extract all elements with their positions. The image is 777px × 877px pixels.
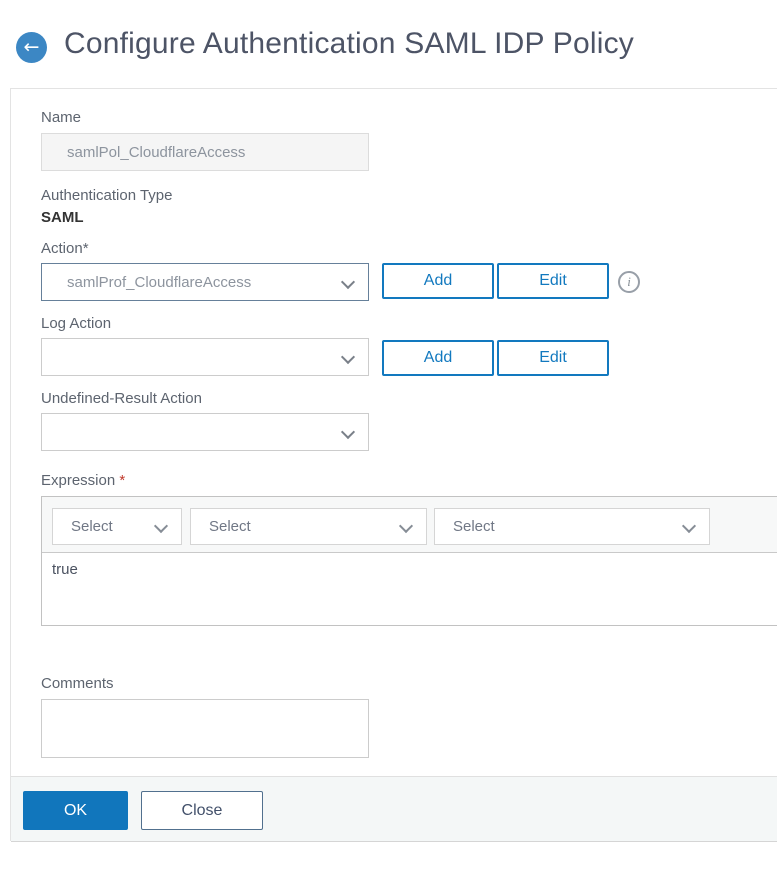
log-action-edit-button[interactable]: Edit — [497, 340, 609, 376]
name-label: Name — [41, 109, 82, 126]
action-select[interactable]: samlProf_CloudflareAccess — [41, 263, 369, 301]
chevron-down-icon — [681, 518, 697, 534]
expression-editor: Select Select Select true — [41, 496, 777, 626]
form-panel: Name samlPol_CloudflareAccess Authentica… — [10, 88, 777, 842]
configure-saml-idp-policy-page: ← Configure Authentication SAML IDP Poli… — [0, 0, 777, 877]
action-edit-button[interactable]: Edit — [497, 263, 609, 299]
close-button[interactable]: Close — [141, 791, 263, 830]
log-action-add-button[interactable]: Add — [382, 340, 494, 376]
chevron-down-icon — [153, 518, 169, 534]
comments-label: Comments — [41, 675, 114, 692]
back-button[interactable]: ← — [16, 32, 47, 63]
expression-select-2[interactable]: Select — [190, 508, 427, 545]
log-action-select[interactable] — [41, 338, 369, 376]
name-field-value: samlPol_CloudflareAccess — [67, 143, 246, 161]
back-arrow-icon: ← — [23, 36, 40, 58]
expression-editor-toolbar: Select Select Select — [42, 497, 777, 553]
footer-bar: OK Close — [11, 776, 777, 842]
undefined-result-action-label: Undefined-Result Action — [41, 390, 202, 407]
chevron-down-icon — [340, 349, 356, 365]
authentication-type-label: Authentication Type — [41, 187, 173, 204]
chevron-down-icon — [340, 274, 356, 290]
log-action-label: Log Action — [41, 315, 112, 332]
chevron-down-icon — [398, 518, 414, 534]
page-title: Configure Authentication SAML IDP Policy — [64, 27, 634, 60]
expression-select-1[interactable]: Select — [52, 508, 182, 545]
required-asterisk: * — [119, 472, 126, 489]
info-icon-glyph: i — [627, 274, 631, 289]
authentication-type-value: SAML — [41, 209, 84, 226]
ok-button[interactable]: OK — [23, 791, 128, 830]
chevron-down-icon — [340, 424, 356, 440]
comments-input[interactable] — [41, 699, 369, 758]
undefined-result-action-select[interactable] — [41, 413, 369, 451]
action-select-value: samlProf_CloudflareAccess — [67, 273, 252, 291]
action-label: Action* — [41, 240, 89, 257]
info-icon[interactable]: i — [618, 271, 640, 293]
action-add-button[interactable]: Add — [382, 263, 494, 299]
expression-select-3[interactable]: Select — [434, 508, 710, 545]
expression-label: Expression * — [41, 472, 126, 489]
name-field: samlPol_CloudflareAccess — [41, 133, 369, 171]
expression-input[interactable]: true — [42, 553, 777, 625]
